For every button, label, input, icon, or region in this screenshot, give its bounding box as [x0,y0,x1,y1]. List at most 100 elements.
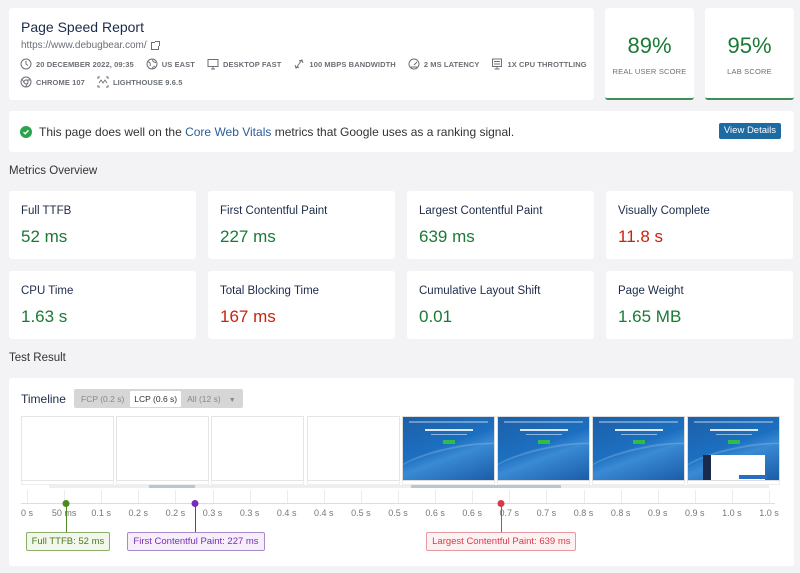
marker-line [65,504,67,532]
axis-tick [175,490,177,503]
meta-latency: 2 MS LATENCY [408,58,480,70]
shot-bar [409,421,488,423]
metric-value: 1.63 s [21,307,68,326]
timeline-range-tabs: FCP (0.2 s) LCP (0.6 s) All (12 s) ▼ [74,389,243,408]
meta-location-label: US EAST [161,59,195,69]
metric-value: 11.8 s [618,227,664,246]
metric-value: 227 ms [220,227,276,246]
shot-head [425,429,473,431]
marker-label: First Contentful Paint: 227 ms [127,532,265,551]
filmstrip-frame[interactable] [497,416,590,481]
axis-tick-label: 0.5 s [388,508,408,518]
metric-card-total-blocking-time[interactable]: Total Blocking Time 167 ms [208,271,395,339]
shot-btn [728,440,740,444]
test-result-card: Timeline FCP (0.2 s) LCP (0.6 s) All (12… [9,378,794,566]
meta-browser-label: CHROME 107 [36,77,85,87]
filmstrip-frame[interactable] [402,416,495,481]
caret-down-icon[interactable]: ▼ [229,397,236,404]
metric-card-first-contentful-paint[interactable]: First Contentful Paint 227 ms [208,191,395,259]
metrics-overview-heading: Metrics Overview [9,165,98,177]
axis-tick [435,490,437,503]
filmstrip-frame[interactable] [116,416,209,481]
axis-tick-label: 0.9 s [647,508,668,518]
metric-card-largest-contentful-paint[interactable]: Largest Contentful Paint 639 ms [407,191,594,259]
metric-value: 0.01 [419,307,453,326]
metric-label: Total Blocking Time [220,285,320,297]
shot-app-overlay [703,455,767,480]
metric-label: First Contentful Paint [220,205,328,217]
axis-tick [249,490,251,503]
filmstrip-frame[interactable] [21,416,114,481]
filmstrip-scroll-thumb[interactable] [149,485,195,488]
metric-card-full-ttfb[interactable]: Full TTFB 52 ms [9,191,196,259]
real-user-score-label: REAL USER SCORE [612,67,687,76]
monitor-icon [207,59,219,70]
axis-tick [323,490,325,503]
real-user-score-value: 89% [627,33,672,58]
marker-line [501,504,503,532]
real-user-score-card[interactable]: 89% REAL USER SCORE [605,8,694,100]
axis-tick-label: 1.0 s [722,508,742,518]
axis-tick-label: 0 s [20,508,34,518]
meta-bandwidth-label: 100 MBPS BANDWIDTH [309,59,396,69]
metric-label: Cumulative Layout Shift [419,285,541,297]
shot-head [520,429,568,431]
axis-tick-label: 0.8 s [610,508,631,518]
core-web-vitals-link[interactable]: Core Web Vitals [185,125,271,139]
axis-tick [509,490,511,503]
axis-tick-label: 0.4 s [276,508,297,518]
shot-sub [716,434,752,435]
axis-tick-label: 0.3 s [202,508,223,518]
shot-sub [621,434,657,435]
axis-tick [101,490,103,503]
shot-btn [443,440,455,444]
axis-tick-label: 1.0 s [759,508,779,518]
meta-date-label: 20 DECEMBER 2022, 09:35 [36,59,134,69]
test-meta-row-1: 20 DECEMBER 2022, 09:35 US EAST DESKTOP … [20,58,587,70]
filmstrip-frame[interactable] [592,416,685,481]
banner-text-after: metrics that Google uses as a ranking si… [271,124,515,139]
tab-lcp[interactable]: LCP (0.6 s) [130,390,182,407]
clock-icon [20,58,32,70]
meta-date: 20 DECEMBER 2022, 09:35 [20,58,134,70]
axis-tick [546,490,548,503]
filmstrip-frame[interactable] [687,416,780,481]
metric-card-page-weight[interactable]: Page Weight 1.65 MB [606,271,793,339]
metric-label: Visually Complete [618,205,710,217]
axis-tick-label: 0.2 s [128,508,149,518]
tab-all[interactable]: All (12 s) ▼ [183,391,239,407]
meta-location: US EAST [146,58,195,70]
test-meta-row-2: CHROME 107 LIGHTHOUSE 9.6.5 [20,76,182,88]
meta-lighthouse: LIGHTHOUSE 9.6.5 [97,76,183,88]
cpu-icon [492,58,503,70]
view-details-button[interactable]: View Details [718,123,781,139]
tab-fcp[interactable]: FCP (0.2 s) [77,391,128,407]
meta-cpu-label: 1X CPU THROTTLING [507,59,587,69]
shot-sub [431,434,467,435]
banner-message: This page does well on the Core Web Vita… [39,125,514,139]
shot-btn [538,440,550,444]
tested-url[interactable]: https://www.debugbear.com/ [21,40,160,51]
axis-tick-label: 0.4 s [314,508,334,518]
timeline-label: Timeline [21,392,66,406]
external-link-icon[interactable] [150,40,160,50]
axis-tick [620,490,622,503]
metric-label: Page Weight [618,285,684,297]
axis-tick [694,490,696,503]
gauge-icon [408,58,420,70]
meta-lighthouse-label: LIGHTHOUSE 9.6.5 [112,77,183,87]
metric-card-visually-complete[interactable]: Visually Complete 11.8 s [606,191,793,259]
test-result-heading: Test Result [9,352,66,364]
core-web-vitals-banner: This page does well on the Core Web Vita… [9,111,794,152]
metric-card-cpu-time[interactable]: CPU Time 1.63 s [9,271,196,339]
lighthouse-icon [97,76,109,88]
url-text[interactable]: https://www.debugbear.com/ [21,40,147,51]
metric-card-cumulative-layout-shift[interactable]: Cumulative Layout Shift 0.01 [407,271,594,339]
filmstrip-frame[interactable] [307,416,400,481]
filmstrip-scroll-thumb[interactable] [411,485,561,488]
filmstrip-frame[interactable] [211,416,304,481]
lab-score-card[interactable]: 95% LAB SCORE [705,8,794,100]
axis-tick [583,490,585,503]
shot-btn [633,440,645,444]
metric-value: 52 ms [21,227,68,246]
